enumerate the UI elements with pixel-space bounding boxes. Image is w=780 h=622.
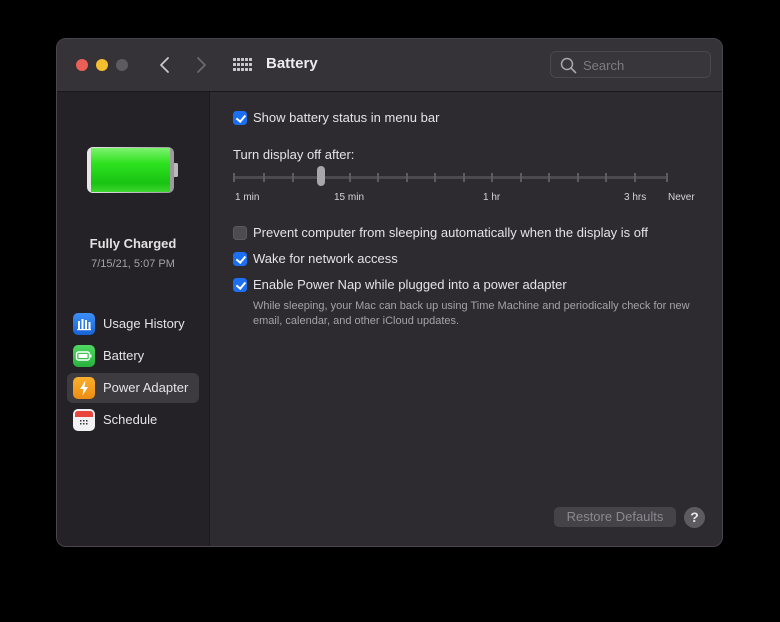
- search-icon: [560, 57, 577, 74]
- zoom-window-button[interactable]: [116, 59, 128, 71]
- slider-tick: [263, 173, 265, 182]
- sidebar-item-schedule[interactable]: Schedule: [67, 405, 199, 435]
- slider-thumb[interactable]: [317, 166, 325, 186]
- window-title: Battery: [266, 55, 318, 72]
- slider-tick: [577, 173, 579, 182]
- slider-track[interactable]: [233, 176, 667, 179]
- sidebar-item-label: Battery: [103, 348, 145, 363]
- wake-network-label: Wake for network access: [253, 251, 398, 266]
- title-bar: Battery: [57, 39, 722, 92]
- slider-tick: [406, 173, 408, 182]
- sidebar-item-label: Power Adapter: [103, 380, 189, 395]
- sidebar-item-power-adapter[interactable]: Power Adapter: [67, 373, 199, 403]
- slider-tick: [666, 173, 668, 182]
- sidebar: Fully Charged 7/15/21, 5:07 PM Usage His…: [57, 92, 210, 546]
- system-preferences-window: Battery Search Fully Charged 7/15/21, 5:…: [56, 38, 723, 547]
- show-battery-status-checkbox[interactable]: [233, 111, 247, 125]
- slider-tick-label: 1 min: [235, 192, 260, 203]
- slider-tick: [520, 173, 522, 182]
- chevron-right-icon: [197, 57, 206, 73]
- slider-tick: [377, 173, 379, 182]
- slider-tick: [491, 173, 493, 182]
- slider-tick: [434, 173, 436, 182]
- prevent-sleep-checkbox[interactable]: [233, 226, 247, 240]
- battery-status-label: Fully Charged: [89, 236, 177, 251]
- battery-icon: [73, 345, 95, 367]
- forward-button[interactable]: [189, 53, 213, 77]
- display-off-label: Turn display off after:: [233, 147, 355, 162]
- wake-network-checkbox[interactable]: [233, 252, 247, 266]
- power-nap-label: Enable Power Nap while plugged into a po…: [253, 277, 567, 292]
- slider-tick: [233, 173, 235, 182]
- slider-tick: [605, 173, 607, 182]
- power-nap-checkbox[interactable]: [233, 278, 247, 292]
- slider-tick: [292, 173, 294, 182]
- sidebar-item-usage-history[interactable]: Usage History: [67, 309, 199, 339]
- lightning-bolt-icon: [73, 377, 95, 399]
- show-battery-status-label: Show battery status in menu bar: [253, 110, 440, 125]
- sidebar-item-battery[interactable]: Battery: [67, 341, 199, 371]
- sidebar-item-label: Usage History: [103, 316, 185, 331]
- slider-tick: [463, 173, 465, 182]
- search-input[interactable]: [581, 55, 705, 76]
- slider-tick: [634, 173, 636, 182]
- restore-defaults-button[interactable]: Restore Defaults: [554, 507, 676, 527]
- slider-tick: [548, 173, 550, 182]
- sidebar-item-label: Schedule: [103, 412, 158, 427]
- battery-charged-icon: [87, 147, 178, 193]
- show-all-grid-icon[interactable]: [233, 58, 252, 72]
- bar-chart-icon: [73, 313, 95, 335]
- slider-tick: [349, 173, 351, 182]
- chevron-left-icon: [160, 57, 169, 73]
- slider-tick-label: 1 hr: [483, 192, 501, 203]
- main-pane: Show battery status in menu bar Turn dis…: [210, 92, 722, 546]
- minimize-window-button[interactable]: [96, 59, 108, 71]
- prevent-sleep-label: Prevent computer from sleeping automatic…: [253, 225, 649, 240]
- battery-status-timestamp: 7/15/21, 5:07 PM: [91, 258, 175, 270]
- power-nap-description: While sleeping, your Mac can back up usi…: [253, 300, 690, 327]
- slider-tick-label: 15 min: [334, 192, 365, 203]
- help-button[interactable]: ?: [684, 507, 705, 528]
- slider-tick-label: Never: [668, 192, 695, 203]
- slider-tick-label: 3 hrs: [624, 192, 647, 203]
- back-button[interactable]: [153, 53, 177, 77]
- close-window-button[interactable]: [76, 59, 88, 71]
- search-field[interactable]: [550, 51, 711, 78]
- calendar-icon: [73, 409, 95, 431]
